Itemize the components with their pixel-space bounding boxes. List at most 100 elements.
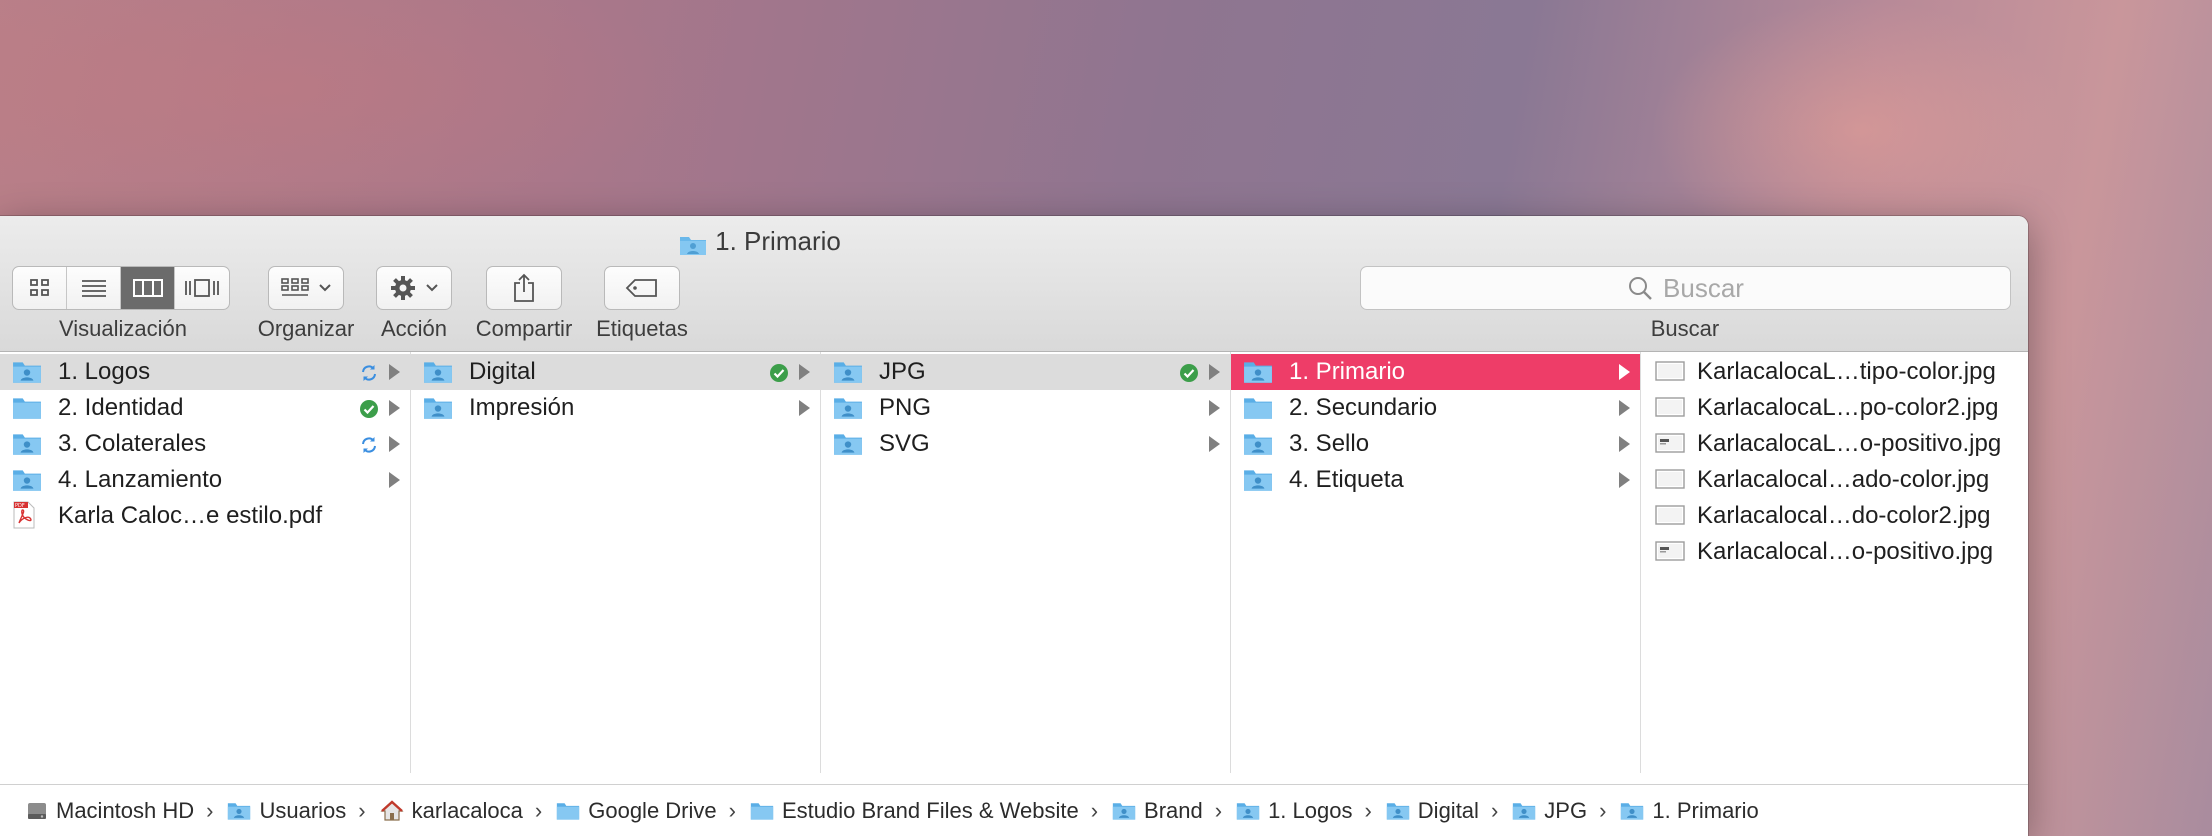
folder-row[interactable]: 4. Etiqueta <box>1231 462 1640 498</box>
folder-user-icon <box>1243 467 1273 500</box>
disclosure-arrow-icon <box>1209 400 1220 416</box>
column-view-button[interactable] <box>121 267 175 309</box>
image-file-icon <box>1655 539 1685 570</box>
folder-row[interactable]: JPG <box>821 354 1230 390</box>
folder-row[interactable]: 2. Secundario <box>1231 390 1640 426</box>
disclosure-arrow-icon <box>1619 472 1630 488</box>
item-name: 3. Sello <box>1289 430 1370 457</box>
icon-view-button[interactable] <box>13 267 67 309</box>
item-name: Karlacalocal…o-positivo.jpg <box>1697 538 1994 565</box>
folder-row[interactable]: Impresión <box>411 390 820 426</box>
file-row[interactable]: KarlacalocaL…tipo-color.jpg <box>1641 354 2028 390</box>
column-4[interactable]: 1. Primario 2. Secundario 3. Sello 4. Etiqu… <box>1231 352 1641 773</box>
path-crumb[interactable]: Usuarios <box>227 798 346 824</box>
item-name: 2. Identidad <box>58 394 184 421</box>
file-row[interactable]: PDF Karla Caloc…e estilo.pdf <box>0 498 410 534</box>
folder-icon <box>556 801 580 821</box>
folder-row[interactable]: 3. Colaterales <box>0 426 410 462</box>
item-name: 1. Primario <box>1289 358 1406 385</box>
window-title: 1. Primario <box>0 224 1520 258</box>
search-placeholder: Buscar <box>1663 272 1744 303</box>
folder-row[interactable]: 2. Identidad <box>0 390 410 426</box>
path-crumb[interactable]: 1. Logos <box>1236 798 1352 824</box>
folder-user-icon <box>227 801 251 821</box>
disclosure-arrow-icon <box>1209 436 1220 452</box>
file-row[interactable]: Karlacalocal…o-positivo.jpg <box>1641 534 2028 570</box>
folder-user-icon <box>1236 801 1260 821</box>
home-icon <box>380 799 404 822</box>
path-crumb-label: 1. Primario <box>1652 797 1759 823</box>
folder-row[interactable]: SVG <box>821 426 1230 462</box>
path-crumb-label: Usuarios <box>259 797 347 823</box>
arrange-grid-icon <box>281 278 309 296</box>
folder-row[interactable]: 4. Lanzamiento <box>0 462 410 498</box>
item-name: KarlacalocaL…po-color2.jpg <box>1697 394 1999 421</box>
item-name: 2. Secundario <box>1289 394 1438 421</box>
search-icon <box>1629 277 1652 300</box>
file-row[interactable]: Karlacalocal…ado-color.jpg <box>1641 462 2028 498</box>
path-crumb[interactable]: karlacaloca <box>380 798 523 824</box>
path-crumb[interactable]: Digital <box>1386 798 1479 824</box>
disclosure-arrow-icon <box>1209 364 1220 380</box>
folder-icon <box>750 801 774 821</box>
path-crumb-label: karlacaloca <box>411 797 523 823</box>
column-2[interactable]: Digital Impresión <box>411 352 821 773</box>
path-crumb-label: Macintosh HD <box>56 797 195 823</box>
folder-row[interactable]: 1. Primario <box>1231 354 1640 390</box>
action-label: Acción <box>380 316 448 341</box>
path-bar: Macintosh HD › Usuarios › karlacaloca › Google… <box>0 784 2028 836</box>
folder-user-icon <box>1112 801 1136 821</box>
search-field[interactable]: Buscar <box>1360 266 2011 310</box>
folder-row[interactable]: 1. Logos <box>0 354 410 390</box>
tags-button[interactable] <box>604 266 680 310</box>
path-crumb[interactable]: Google Drive <box>556 797 717 824</box>
tags-label: Etiquetas <box>596 316 688 341</box>
folder-icon <box>680 237 707 255</box>
column-1[interactable]: 1. Logos 2. Identidad 3. Colaterales 4. Lan… <box>0 352 411 773</box>
item-name: Digital <box>469 358 536 385</box>
folder-user-icon <box>12 431 42 464</box>
path-crumb[interactable]: 1. Primario <box>1620 797 1759 824</box>
path-crumb-label: Google Drive <box>588 797 717 823</box>
path-separator-icon: › <box>1214 797 1223 823</box>
pdf-file-icon: PDF <box>12 501 36 536</box>
arrange-button[interactable] <box>268 266 344 310</box>
view-mode-control[interactable] <box>12 266 230 310</box>
folder-row[interactable]: Digital <box>411 354 820 390</box>
folder-row[interactable]: PNG <box>821 390 1230 426</box>
file-row[interactable]: KarlacalocaL…o-positivo.jpg <box>1641 426 2028 462</box>
disclosure-arrow-icon <box>1619 364 1630 380</box>
item-name: JPG <box>879 358 926 385</box>
gear-icon <box>391 276 415 300</box>
item-name: 1. Logos <box>58 358 151 385</box>
folder-user-icon <box>423 395 453 428</box>
file-row[interactable]: KarlacalocaL…po-color2.jpg <box>1641 390 2028 426</box>
disclosure-arrow-icon <box>389 364 400 380</box>
folder-row[interactable]: 3. Sello <box>1231 426 1640 462</box>
action-button[interactable] <box>376 266 452 310</box>
path-separator-icon: › <box>1090 797 1099 823</box>
path-crumb[interactable]: Brand <box>1112 798 1203 824</box>
column-3[interactable]: JPG PNG SVG <box>821 352 1231 773</box>
path-crumb[interactable]: Estudio Brand Files & Website <box>750 798 1079 824</box>
item-name: KarlacalocaL…o-positivo.jpg <box>1697 430 2002 457</box>
search-label: Buscar <box>1650 316 1720 341</box>
file-row[interactable]: Karlacalocal…do-color2.jpg <box>1641 498 2028 534</box>
folder-user-icon <box>833 431 863 464</box>
column-5[interactable]: KarlacalocaL…tipo-color.jpg KarlacalocaL…… <box>1641 352 2028 773</box>
coverflow-view-button[interactable] <box>175 267 229 309</box>
item-name: Karlacalocal…ado-color.jpg <box>1697 466 1990 493</box>
path-crumb-label: JPG <box>1544 797 1588 823</box>
folder-user-icon <box>833 395 863 428</box>
path-separator-icon: › <box>1364 797 1372 823</box>
finder-window: 1. Primario Visualización Organizar Acci… <box>0 216 2028 836</box>
item-name: Karla Caloc…e estilo.pdf <box>58 502 323 529</box>
share-button[interactable] <box>486 266 562 310</box>
item-name: 4. Etiqueta <box>1289 466 1404 493</box>
list-view-button[interactable] <box>67 267 121 309</box>
item-name: PNG <box>879 394 932 421</box>
folder-icon <box>1243 395 1273 428</box>
path-crumb[interactable]: JPG <box>1512 798 1587 824</box>
list-view-icon <box>81 280 106 297</box>
path-crumb[interactable]: Macintosh HD <box>26 798 194 824</box>
